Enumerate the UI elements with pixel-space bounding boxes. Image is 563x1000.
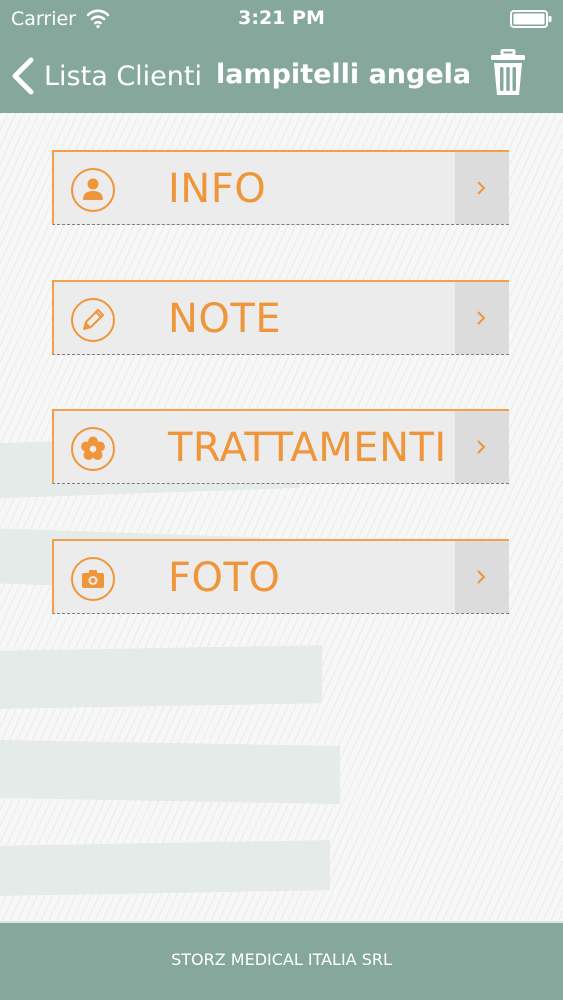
- page-title: lampitelli angela: [216, 59, 472, 90]
- chevron-right-icon: [477, 181, 486, 195]
- trash-icon[interactable]: [489, 49, 527, 97]
- header: Carrier 3:21 PM Lista Clienti lampitelli…: [0, 0, 563, 113]
- menu-item-trattamenti[interactable]: TRATTAMENTI: [52, 409, 509, 484]
- navigation-bar: Lista Clienti lampitelli angela: [0, 38, 563, 113]
- footer: STORZ MEDICAL ITALIA SRL: [0, 921, 563, 1000]
- pencil-icon: [71, 298, 115, 342]
- menu-item-label: FOTO: [168, 555, 281, 601]
- chevron-cell: [455, 541, 509, 613]
- background-decoration: [0, 740, 340, 804]
- back-button[interactable]: Lista Clienti: [10, 56, 202, 96]
- menu-item-info[interactable]: INFO: [52, 150, 509, 225]
- background-decoration: [0, 840, 330, 896]
- chevron-left-icon: [12, 57, 34, 95]
- chevron-cell: [455, 282, 509, 354]
- chevron-right-icon: [477, 570, 486, 584]
- menu-item-label: NOTE: [168, 296, 282, 342]
- back-button-label: Lista Clienti: [44, 60, 202, 92]
- chevron-right-icon: [477, 440, 486, 454]
- background-decoration: [0, 645, 322, 709]
- menu-item-label: TRATTAMENTI: [168, 425, 447, 471]
- chevron-cell: [455, 152, 509, 224]
- chevron-cell: [455, 411, 509, 483]
- battery-icon: [510, 10, 552, 28]
- content-area: INFO NOTE TRATTAMENTI FOTO: [0, 113, 563, 921]
- footer-company-name: STORZ MEDICAL ITALIA SRL: [171, 950, 392, 969]
- menu-item-foto[interactable]: FOTO: [52, 539, 509, 614]
- person-icon: [71, 168, 115, 212]
- menu-item-note[interactable]: NOTE: [52, 280, 509, 355]
- camera-icon: [71, 557, 115, 601]
- flower-icon: [71, 427, 115, 471]
- clock-time: 3:21 PM: [238, 7, 325, 29]
- chevron-right-icon: [477, 311, 486, 325]
- status-bar: Carrier 3:21 PM: [0, 0, 563, 38]
- menu-item-label: INFO: [168, 166, 267, 212]
